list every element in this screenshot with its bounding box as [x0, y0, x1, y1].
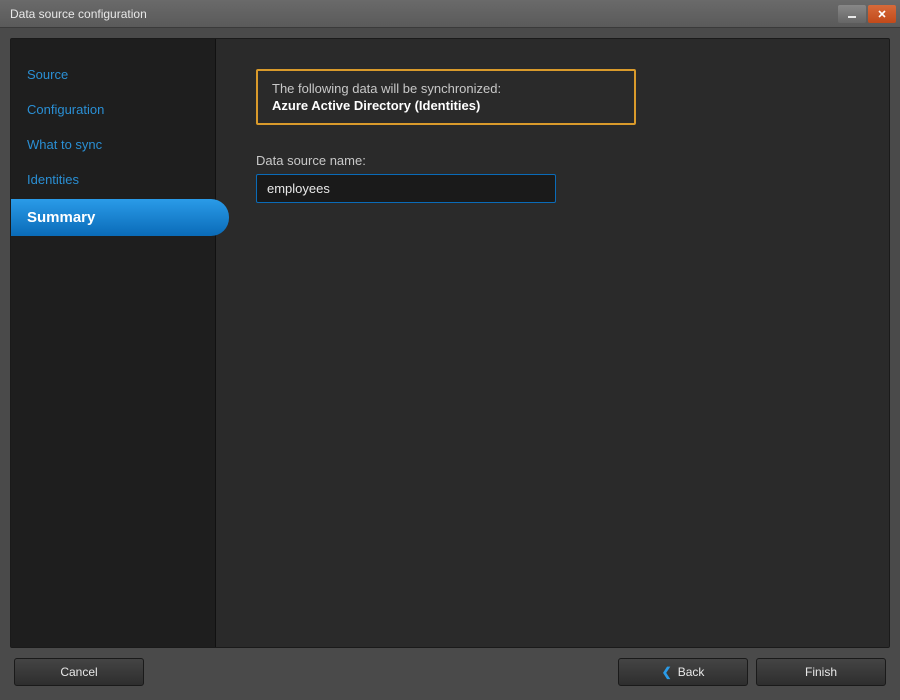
summary-page: The following data will be synchronized:…	[216, 39, 889, 647]
data-source-name-label: Data source name:	[256, 153, 849, 168]
finish-button-label: Finish	[805, 665, 837, 679]
chevron-left-icon: ❮	[662, 665, 672, 679]
close-icon	[877, 9, 887, 19]
data-source-name-input[interactable]	[256, 174, 556, 203]
sidebar-item-configuration[interactable]: Configuration	[11, 94, 215, 125]
sidebar-item-identities[interactable]: Identities	[11, 164, 215, 195]
sync-summary-callout: The following data will be synchronized:…	[256, 69, 636, 125]
close-button[interactable]	[868, 5, 896, 23]
sidebar-item-source[interactable]: Source	[11, 59, 215, 90]
window-controls	[838, 5, 896, 23]
sidebar-item-summary[interactable]: Summary	[11, 199, 229, 236]
dialog-window: Data source configuration Source Configu…	[0, 0, 900, 700]
minimize-icon	[847, 9, 857, 19]
back-button[interactable]: ❮ Back	[618, 658, 748, 686]
sync-intro-text: The following data will be synchronized:	[272, 81, 620, 96]
dialog-footer: Cancel ❮ Back Finish	[10, 648, 890, 690]
main-panel: Source Configuration What to sync Identi…	[10, 38, 890, 648]
minimize-button[interactable]	[838, 5, 866, 23]
cancel-button[interactable]: Cancel	[14, 658, 144, 686]
wizard-sidebar: Source Configuration What to sync Identi…	[11, 39, 216, 647]
sync-target-text: Azure Active Directory (Identities)	[272, 98, 620, 113]
finish-button[interactable]: Finish	[756, 658, 886, 686]
content-area: Source Configuration What to sync Identi…	[0, 28, 900, 700]
window-title: Data source configuration	[10, 7, 147, 21]
back-button-label: Back	[678, 665, 705, 679]
sidebar-item-what-to-sync[interactable]: What to sync	[11, 129, 215, 160]
footer-right-group: ❮ Back Finish	[618, 658, 886, 686]
cancel-button-label: Cancel	[60, 665, 97, 679]
titlebar: Data source configuration	[0, 0, 900, 28]
